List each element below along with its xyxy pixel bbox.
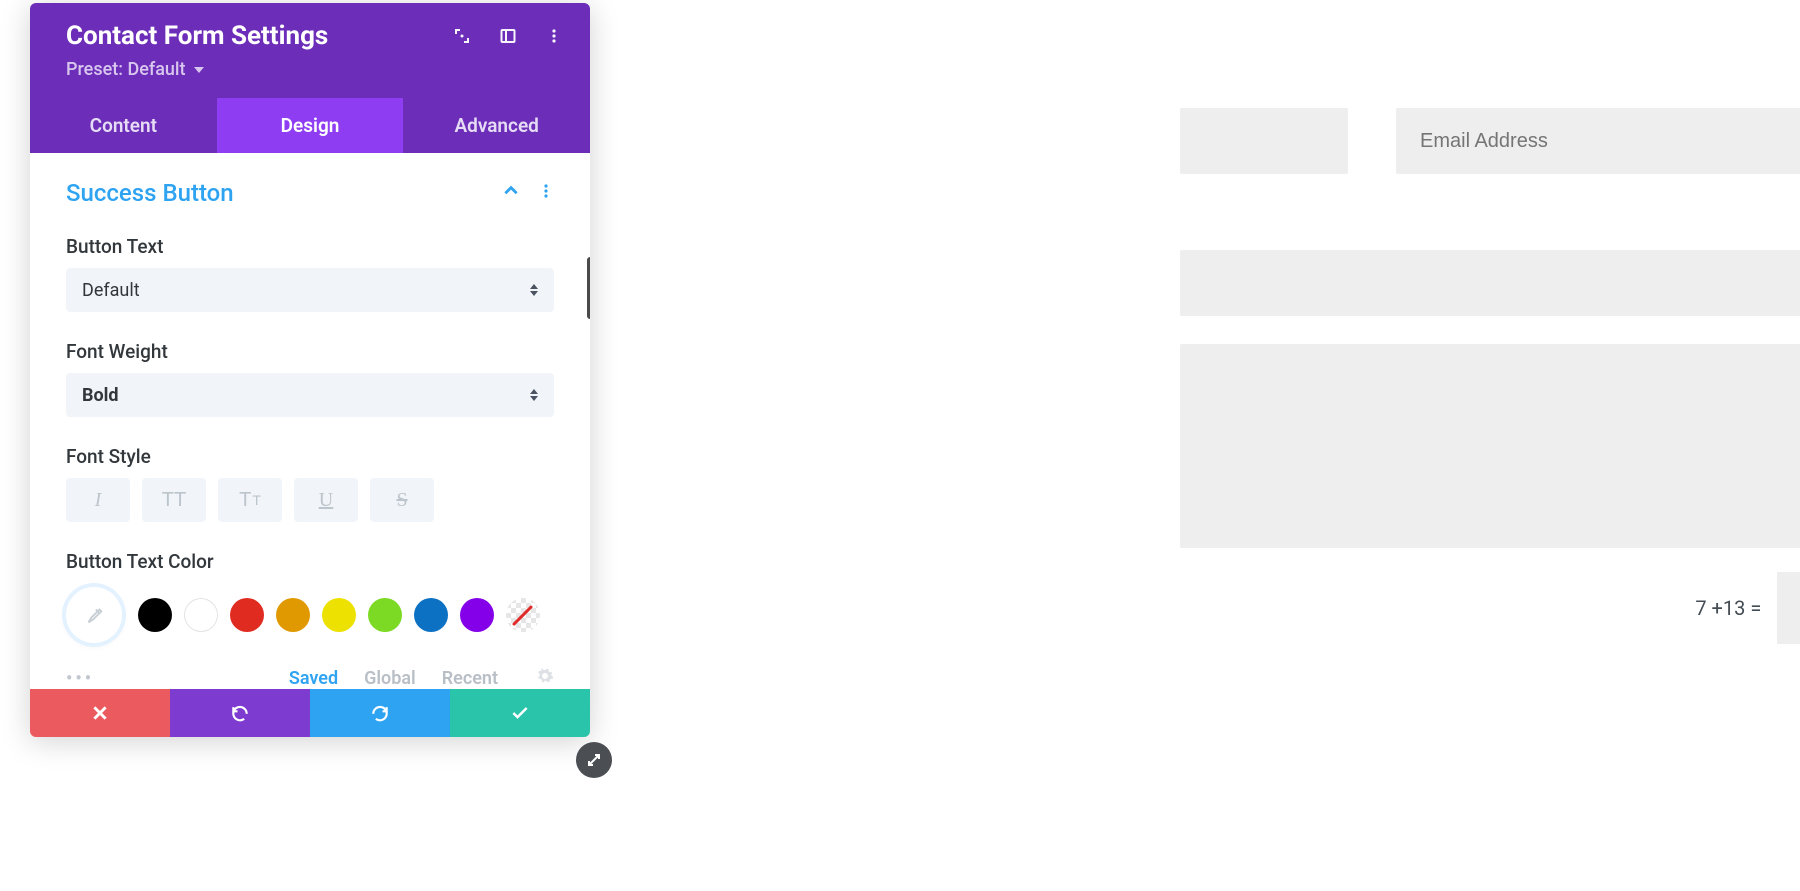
label-font-weight: Font Weight (66, 340, 554, 363)
palette-tab-row: ••• Saved Global Recent (66, 667, 554, 689)
underline-button[interactable]: U (294, 478, 358, 522)
label-font-style: Font Style (66, 445, 554, 468)
form-preview: 7 +13 = Submit the Form (590, 0, 1770, 108)
save-button[interactable] (450, 689, 590, 737)
select-carets-icon (530, 284, 538, 296)
swatch-purple[interactable] (460, 598, 494, 632)
snap-panel-icon[interactable] (498, 26, 518, 46)
subject-field[interactable] (1180, 250, 1800, 316)
panel-body: Success Button Button Text Default Font … (30, 153, 590, 689)
group-kebab-icon[interactable] (538, 183, 554, 203)
swatch-yellow[interactable] (322, 598, 356, 632)
palette-gear-icon[interactable] (536, 667, 554, 689)
font-weight-select[interactable]: Bold (66, 373, 554, 417)
settings-panel: Contact Form Settings (30, 3, 590, 737)
strikethrough-button[interactable]: S (370, 478, 434, 522)
panel-header-actions (452, 26, 564, 46)
swatch-black[interactable] (138, 598, 172, 632)
panel-header: Contact Form Settings (30, 3, 590, 153)
color-picker-button[interactable] (66, 587, 122, 643)
select-carets-icon (530, 389, 538, 401)
group-success-button[interactable]: Success Button (66, 179, 234, 207)
swatch-white[interactable] (184, 598, 218, 632)
swatch-green[interactable] (368, 598, 402, 632)
label-button-text-color: Button Text Color (66, 550, 554, 573)
swatch-red[interactable] (230, 598, 264, 632)
caret-down-icon (194, 67, 204, 73)
captcha-row: 7 +13 = Submit the Form (1180, 572, 1800, 644)
palette-more-icon[interactable]: ••• (66, 668, 94, 689)
button-text-value: Default (82, 280, 140, 301)
button-text-select[interactable]: Default (66, 268, 554, 312)
collapse-caret-icon[interactable] (502, 182, 520, 204)
palette-tab-saved[interactable]: Saved (289, 668, 338, 689)
undo-button[interactable] (170, 689, 310, 737)
palette-tab-global[interactable]: Global (364, 668, 416, 689)
panel-title: Contact Form Settings (66, 21, 328, 51)
captcha-question: 7 +13 = (1695, 596, 1761, 620)
email-field[interactable] (1396, 108, 1800, 174)
name-field-stub[interactable] (1180, 108, 1348, 174)
panel-footer (30, 689, 590, 737)
captcha-answer-field[interactable] (1777, 572, 1800, 644)
tab-design[interactable]: Design (217, 98, 404, 153)
preset-label: Preset: Default (66, 59, 186, 80)
palette-tab-recent[interactable]: Recent (442, 668, 498, 689)
tab-content[interactable]: Content (30, 98, 217, 153)
swatch-transparent[interactable] (506, 598, 540, 632)
expand-icon[interactable] (452, 26, 472, 46)
redo-button[interactable] (310, 689, 450, 737)
label-button-text: Button Text (66, 235, 554, 258)
uppercase-button[interactable]: TT (142, 478, 206, 522)
close-button[interactable] (30, 689, 170, 737)
swatch-orange[interactable] (276, 598, 310, 632)
italic-button[interactable]: I (66, 478, 130, 522)
tab-advanced[interactable]: Advanced (403, 98, 590, 153)
swatch-blue[interactable] (414, 598, 448, 632)
kebab-menu-icon[interactable] (544, 26, 564, 46)
resize-handle[interactable] (576, 742, 612, 778)
font-weight-value: Bold (82, 385, 119, 406)
preset-dropdown[interactable]: Preset: Default (66, 59, 564, 80)
message-field[interactable] (1180, 344, 1800, 548)
smallcaps-button[interactable]: TT (218, 478, 282, 522)
